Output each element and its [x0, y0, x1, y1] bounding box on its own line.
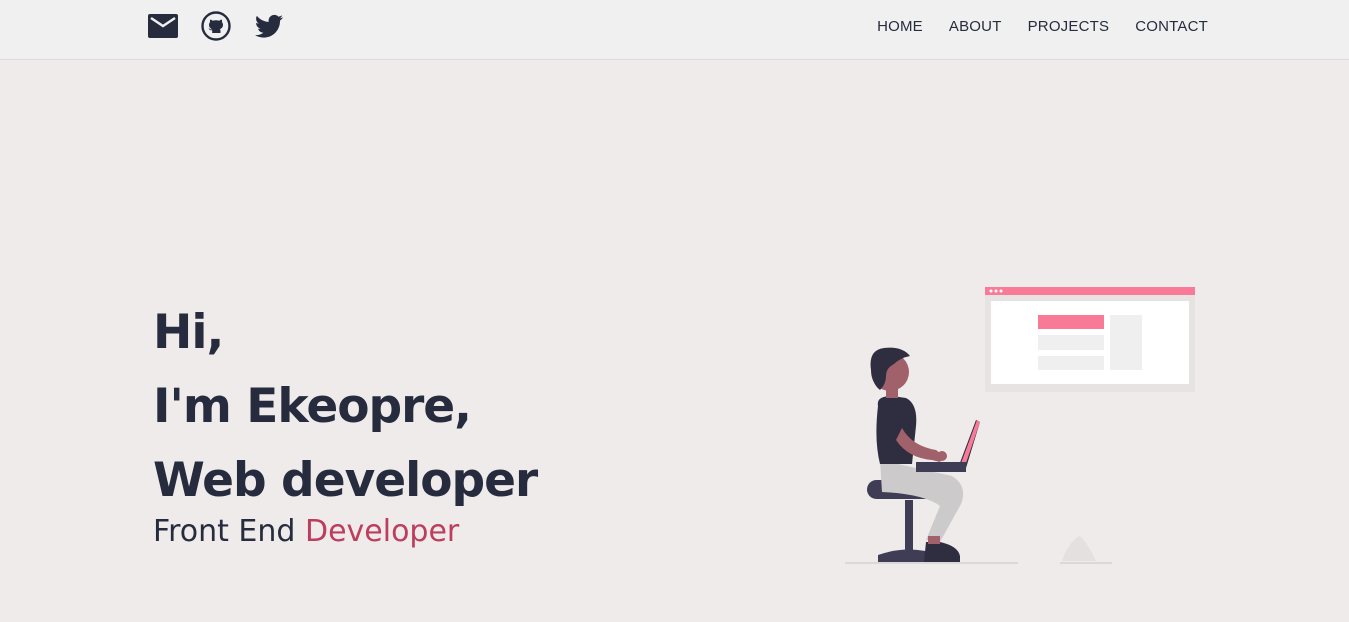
- hero-illustration: [840, 280, 1200, 570]
- hero-role: Web developer: [153, 453, 538, 508]
- hero-section: Hi, I'm Ekeopre, Web developer Front End…: [153, 296, 538, 550]
- nav-projects[interactable]: PROJECTS: [1028, 18, 1110, 35]
- mail-icon: [148, 14, 178, 38]
- main-nav: HOME ABOUT PROJECTS CONTACT: [851, 18, 1208, 35]
- github-link[interactable]: [200, 10, 232, 42]
- mail-link[interactable]: [147, 10, 179, 42]
- nav-contact[interactable]: CONTACT: [1135, 18, 1208, 35]
- hero-intro: I'm Ekeopre,: [153, 379, 472, 434]
- nav-about[interactable]: ABOUT: [949, 18, 1002, 35]
- subtitle-prefix: Front End: [153, 514, 305, 549]
- social-links: [147, 10, 306, 42]
- github-icon: [201, 11, 231, 41]
- hero-greeting: Hi,: [153, 305, 224, 360]
- nav-home[interactable]: HOME: [877, 18, 923, 35]
- subtitle-accent: Developer: [304, 514, 460, 549]
- developer-at-laptop-illustration: [845, 287, 1195, 564]
- twitter-link[interactable]: [253, 10, 285, 42]
- navbar: HOME ABOUT PROJECTS CONTACT: [0, 0, 1349, 60]
- hero-subtitle: Front End Developer: [153, 514, 537, 550]
- twitter-icon: [254, 14, 283, 38]
